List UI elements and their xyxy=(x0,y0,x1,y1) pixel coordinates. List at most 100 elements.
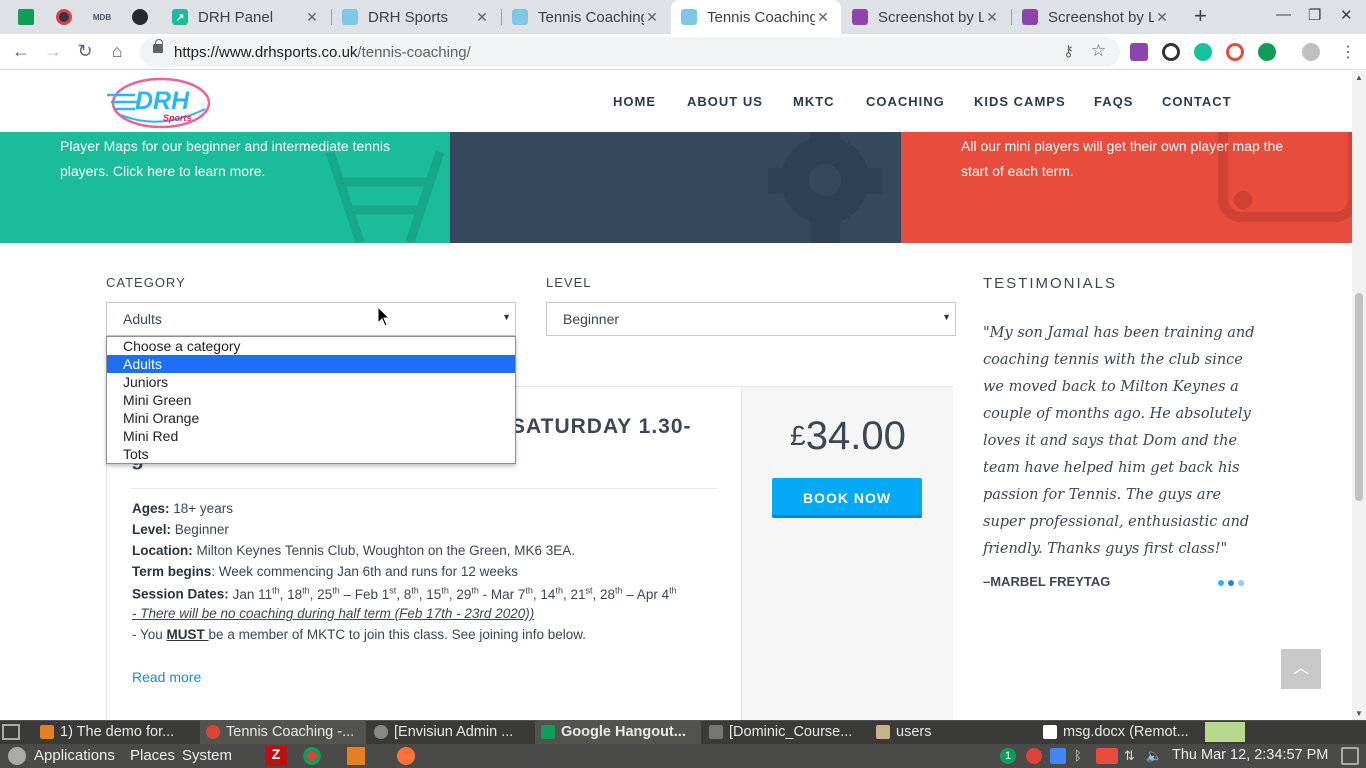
feather-extension-icon[interactable] xyxy=(1130,43,1148,61)
logo-subtext: Sports xyxy=(163,113,192,123)
tab-drh-sports[interactable]: DRH Sports ✕ xyxy=(332,0,500,34)
task-msg-docx[interactable]: msg.docx (Remot... xyxy=(1037,721,1203,745)
scrollbar-thumb[interactable] xyxy=(1355,293,1363,501)
option-adults[interactable]: Adults xyxy=(107,355,515,373)
task-dominic-course[interactable]: [Dominic_Course... xyxy=(703,721,867,745)
anydesk-icon[interactable] xyxy=(1096,748,1118,764)
back-arrow-icon[interactable]: ← xyxy=(10,41,32,62)
drh-sports-logo[interactable]: DRH Sports xyxy=(105,75,215,131)
firefox-icon[interactable] xyxy=(397,747,415,765)
close-icon[interactable]: ✕ xyxy=(474,9,490,26)
close-icon[interactable]: ✕ xyxy=(815,9,831,26)
home-icon[interactable]: ⌂ xyxy=(106,41,128,62)
star-icon[interactable]: ☆ xyxy=(1091,41,1106,61)
filezilla-icon[interactable]: Z xyxy=(265,746,287,766)
option-mini-orange[interactable]: Mini Orange xyxy=(107,409,515,427)
hangouts-badge-icon[interactable]: 1 xyxy=(1000,748,1016,764)
pinned-tab-2[interactable] xyxy=(54,7,74,27)
nav-contact[interactable]: CONTACT xyxy=(1162,94,1232,109)
grammarly-icon[interactable] xyxy=(1194,43,1212,61)
nav-coaching[interactable]: COACHING xyxy=(866,94,945,109)
applications-menu[interactable]: Applications xyxy=(34,747,115,764)
nav-faqs[interactable]: FAQS xyxy=(1094,94,1133,109)
nav-mktc[interactable]: MKTC xyxy=(793,94,835,109)
banner-player-maps[interactable]: Player Maps for our beginner and interme… xyxy=(0,132,450,243)
carousel-dot[interactable] xyxy=(1238,580,1244,586)
nav-about-us[interactable]: ABOUT US xyxy=(687,94,763,109)
option-juniors[interactable]: Juniors xyxy=(107,373,515,391)
link-extension-icon[interactable] xyxy=(1162,43,1180,61)
option-choose-category[interactable]: Choose a category xyxy=(107,337,515,355)
option-tots[interactable]: Tots xyxy=(107,445,515,463)
key-icon[interactable]: ⚷ xyxy=(1063,42,1074,60)
address-bar[interactable]: https://www.drhsports.co.uk/tennis-coach… xyxy=(140,37,1120,67)
pinned-tab-3[interactable]: MDB xyxy=(92,7,112,27)
book-now-button[interactable]: BOOK NOW xyxy=(772,478,922,518)
sublime-icon[interactable] xyxy=(347,747,365,765)
github-pinned-tab[interactable] xyxy=(130,7,150,27)
dropbox-icon[interactable] xyxy=(1050,748,1066,764)
gear-icon xyxy=(768,132,882,243)
tab-screenshot-1[interactable]: Screenshot by L ✕ xyxy=(842,0,1010,34)
show-desktop-icon[interactable] xyxy=(2,724,20,740)
task-tennis-coaching[interactable]: Tennis Coaching -... xyxy=(200,721,366,745)
page-scrollbar[interactable]: ▲ ▼ xyxy=(1352,71,1366,720)
ubuntu-logo-icon[interactable] xyxy=(8,747,26,765)
close-icon[interactable]: ✕ xyxy=(1154,9,1170,26)
chrome-tray-icon[interactable] xyxy=(1026,748,1042,764)
task-google-hangouts[interactable]: Google Hangout... xyxy=(535,721,701,745)
tab-screenshot-2[interactable]: Screenshot by L ✕ xyxy=(1012,0,1180,34)
testimonial-quote: "My son Jamal has been training and coac… xyxy=(983,325,1255,557)
scroll-up-arrow-icon[interactable]: ▲ xyxy=(1355,73,1363,82)
close-icon[interactable]: ✕ xyxy=(644,9,660,26)
task-envisiun-admin[interactable]: [Envisiun Admin ... xyxy=(368,721,532,745)
chrome-icon[interactable] xyxy=(303,747,321,765)
scroll-down-arrow-icon[interactable]: ▼ xyxy=(1355,709,1363,718)
sheets-pinned-tab[interactable] xyxy=(16,7,36,27)
carousel-dot-active[interactable] xyxy=(1228,580,1234,586)
carousel-dot[interactable] xyxy=(1218,580,1224,586)
places-menu[interactable]: Places xyxy=(130,747,175,764)
close-icon[interactable]: ✕ xyxy=(984,9,1000,26)
date-suffix: st xyxy=(585,585,593,595)
banner-mini-players[interactable]: All our mini players will get their own … xyxy=(901,132,1352,243)
nav-kids-camps[interactable]: KIDS CAMPS xyxy=(974,94,1066,109)
tab-tennis-coaching-active[interactable]: Tennis Coaching ✕ xyxy=(671,0,841,34)
bluetooth-icon[interactable]: ᛒ xyxy=(1074,748,1090,764)
reload-icon[interactable]: ↻ xyxy=(74,41,96,62)
extension-icon[interactable] xyxy=(1258,43,1276,61)
option-mini-red[interactable]: Mini Red xyxy=(107,427,515,445)
browser-toolbar: ← → ↻ ⌂ https://www.drhsports.co.uk/tenn… xyxy=(0,34,1366,70)
level-select[interactable]: Beginner ▼ xyxy=(546,302,956,336)
volume-icon[interactable]: 🔈 xyxy=(1146,748,1162,764)
clock[interactable]: Thu Mar 12, 2:34:57 PM xyxy=(1172,747,1328,763)
profile-avatar-icon[interactable] xyxy=(1302,43,1320,61)
category-select-value: Adults xyxy=(123,311,162,327)
tab-drh-panel[interactable]: ↗ DRH Panel ✕ xyxy=(162,0,330,34)
chrome-tray-icon[interactable] xyxy=(1205,722,1245,742)
minimize-icon[interactable]: — xyxy=(1276,6,1291,23)
banner-middle[interactable] xyxy=(450,132,901,243)
date-suffix: th xyxy=(525,585,533,595)
nav-home[interactable]: HOME xyxy=(613,94,656,109)
read-more-link[interactable]: Read more xyxy=(132,669,201,685)
workspace-switcher-icon[interactable] xyxy=(1341,747,1359,765)
task-users-folder[interactable]: users xyxy=(870,721,1034,745)
task-demo[interactable]: 1) The demo for... xyxy=(34,721,198,745)
system-menu[interactable]: System xyxy=(182,747,232,764)
category-select[interactable]: Adults ▼ xyxy=(106,302,516,336)
forward-arrow-icon[interactable]: → xyxy=(42,41,64,62)
option-mini-green[interactable]: Mini Green xyxy=(107,391,515,409)
scroll-to-top-button[interactable]: ︿ xyxy=(1281,649,1321,689)
feather-icon xyxy=(852,9,868,25)
chevron-down-icon: ▼ xyxy=(502,312,511,322)
menu-kebab-icon[interactable]: ⋮ xyxy=(1340,42,1356,62)
close-window-icon[interactable]: ✕ xyxy=(1340,6,1353,24)
new-tab-button[interactable]: + xyxy=(1194,3,1207,29)
extension-icon[interactable] xyxy=(1226,43,1244,61)
restore-icon[interactable]: ❐ xyxy=(1308,6,1321,24)
network-icon[interactable]: ⇅ xyxy=(1124,748,1140,764)
tab-tennis-coaching-1[interactable]: Tennis Coaching ✕ xyxy=(502,0,670,34)
class-location: Location: Milton Keynes Tennis Club, Wou… xyxy=(132,543,575,558)
close-icon[interactable]: ✕ xyxy=(304,9,320,26)
